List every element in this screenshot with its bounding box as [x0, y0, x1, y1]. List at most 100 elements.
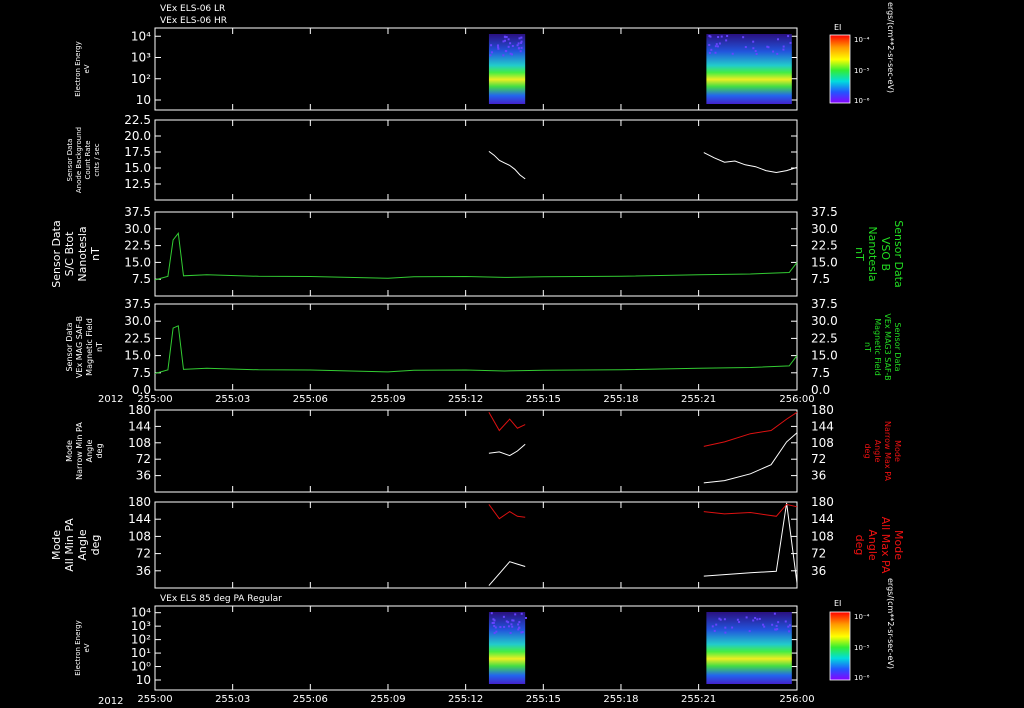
y-axis-label-right: Mode — [892, 530, 905, 560]
spectrogram-speckle — [508, 46, 510, 48]
spectrogram-speckle — [724, 632, 726, 634]
spectrogram-speckle — [518, 47, 520, 49]
spectrogram-speckle — [717, 45, 719, 47]
spectrogram-block — [489, 34, 525, 104]
spectrogram-speckle — [714, 630, 716, 632]
y-axis-label: Electron Energy — [74, 620, 82, 675]
spectrogram-speckle — [787, 35, 789, 37]
data-series-line — [704, 153, 797, 173]
spectrogram-speckle — [708, 35, 710, 37]
y-tick-label: 22.5 — [124, 113, 151, 127]
y-axis-label: Mode — [65, 440, 74, 462]
spectrogram-speckle — [521, 47, 523, 49]
spectrogram-speckle — [518, 42, 520, 44]
y-tick-label-right: 180 — [811, 403, 834, 417]
y-tick-label-right: 144 — [811, 512, 834, 526]
spectrogram-speckle — [520, 50, 522, 52]
spectrogram-speckle — [510, 623, 512, 625]
y-tick-label-right: 22.5 — [811, 331, 838, 345]
y-axis-label-right: All Max PA — [879, 517, 892, 574]
y-tick-label: 12.5 — [124, 177, 151, 191]
spectrogram-speckle — [495, 631, 497, 633]
y-tick-label: 180 — [128, 495, 151, 509]
panel-frame — [155, 120, 797, 200]
y-tick-label: 10 — [136, 93, 151, 107]
spectrogram-speckle — [762, 624, 764, 626]
spectrogram-speckle — [716, 43, 718, 45]
colorbar-tick: 10⁻⁵ — [854, 67, 870, 75]
colorbar-tick: 10⁻⁴ — [854, 36, 870, 44]
y-tick-label: 20.0 — [124, 129, 151, 143]
y-axis-label-right: VSO B — [879, 237, 892, 271]
panel-1: 10 10² 10³ 10⁴ Electron Energy eV — [74, 28, 797, 110]
y-tick-label-right: 7.5 — [811, 366, 830, 380]
els-mag-summary-plot: VEx ELS-06 LR VEx ELS-06 HR VEx ELS 85 d… — [0, 0, 1024, 708]
panel-frame — [155, 28, 797, 110]
data-series-line — [155, 233, 797, 280]
spectrogram-speckle — [721, 36, 723, 38]
x-tick-label: 255:00 — [137, 694, 172, 705]
panel-frame — [155, 410, 797, 492]
y-axis-label-right: nT — [863, 342, 872, 352]
y-tick-label: 10¹ — [131, 646, 151, 660]
spectrogram-speckle — [724, 627, 726, 629]
y-tick-label-right: 15.0 — [811, 349, 838, 363]
spectrogram-speckle — [756, 618, 758, 620]
panel-frame — [155, 304, 797, 390]
x-tick-label: 255:18 — [603, 394, 638, 405]
x-tick-label: 255:18 — [603, 694, 638, 705]
y-axis-label-right: deg — [863, 443, 872, 458]
y-tick-label: 15.0 — [124, 349, 151, 363]
spectrogram-speckle — [712, 625, 714, 627]
spectrogram-speckle — [714, 52, 716, 54]
y-tick-label: 10² — [131, 633, 151, 647]
year-label-mid: 2012 — [98, 394, 123, 405]
spectrogram-speckle — [502, 54, 504, 56]
y-tick-label: 72 — [136, 452, 151, 466]
y-axis-label: Magnetic Field — [85, 318, 94, 376]
spectrogram-speckle — [708, 44, 710, 46]
y-axis-label: Sensor Data — [65, 322, 74, 371]
spectrogram-speckle — [514, 613, 516, 615]
x-tick-label: 255:12 — [448, 394, 483, 405]
y-axis-label: cnts / sec — [93, 143, 101, 176]
spectrogram-speckle — [777, 38, 779, 40]
panel-frame — [155, 502, 797, 588]
y-axis-label: nT — [89, 247, 102, 261]
y-tick-label: 7.5 — [132, 366, 151, 380]
spectrogram-speckle — [772, 51, 774, 53]
y-tick-label: 22.5 — [124, 239, 151, 253]
y-axis-label: All Min PA — [63, 518, 76, 572]
data-series-line — [489, 151, 525, 179]
y-tick-label-right: 22.5 — [811, 239, 838, 253]
y-tick-label: 7.5 — [132, 272, 151, 286]
panel-5: 36 3672 72108 108144 144180 180Mode Narrow Min… — [65, 403, 902, 492]
x-tick-label: 255:06 — [293, 694, 328, 705]
y-axis-label: Angle — [85, 440, 94, 463]
spectrogram-speckle — [746, 616, 748, 618]
x-tick-label: 255:12 — [448, 694, 483, 705]
spectrogram-speckle — [759, 618, 761, 620]
spectrogram-speckle — [752, 47, 754, 49]
spectrogram-speckle — [715, 624, 717, 626]
y-axis-label-right: nT — [853, 247, 866, 261]
spectrogram-speckle — [518, 621, 520, 623]
spectrogram-speckle — [717, 36, 719, 38]
spectrogram-speckle — [509, 42, 511, 44]
lower-spectrogram-title: VEx ELS 85 deg PA Regular — [160, 594, 282, 604]
spectrogram-speckle — [755, 50, 757, 52]
x-tick-label: 256:00 — [779, 694, 814, 705]
spectrogram-speckle — [518, 37, 520, 39]
spectrogram-speckle — [506, 620, 508, 622]
x-tick-label: 255:03 — [215, 694, 250, 705]
y-tick-label-right: 15.0 — [811, 255, 838, 269]
y-tick-label: 30.0 — [124, 314, 151, 328]
spectrogram-speckle — [766, 46, 768, 48]
spectrogram-speckle — [520, 37, 522, 39]
y-tick-label: 144 — [128, 512, 151, 526]
spectrogram-speckle — [771, 624, 773, 626]
colorbar-tick: 10⁻⁴ — [854, 613, 870, 621]
spectrogram-speckle — [495, 626, 497, 628]
spectrogram-speckle — [518, 627, 520, 629]
y-tick-label: 144 — [128, 419, 151, 433]
